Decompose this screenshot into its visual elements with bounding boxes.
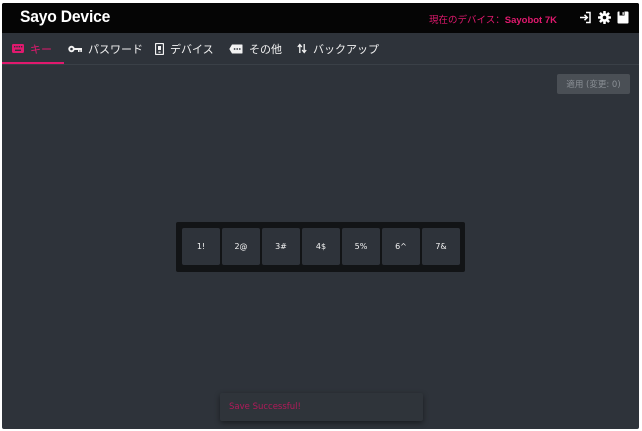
tab-device-label: デバイス	[170, 42, 214, 56]
key-1[interactable]: 1!	[182, 228, 220, 265]
tab-other-label: その他	[249, 42, 282, 56]
current-device-status: 現在のデバイス：Sayobot 7K	[429, 12, 557, 26]
apply-button[interactable]: 適用 (変更: 0)	[557, 74, 630, 94]
login-icon[interactable]	[578, 10, 592, 24]
key-4[interactable]: 4$	[302, 228, 340, 265]
tab-backup-label: バックアップ	[313, 42, 379, 56]
tab-backup[interactable]: バックアップ	[297, 33, 379, 64]
save-icon[interactable]	[616, 10, 630, 24]
tab-password[interactable]: パスワード	[68, 33, 143, 64]
tab-keys-label: キー	[30, 42, 52, 56]
tab-device[interactable]: デバイス	[155, 33, 214, 64]
key-icon	[68, 45, 82, 53]
tab-other[interactable]: その他	[229, 33, 282, 64]
key-2[interactable]: 2@	[222, 228, 260, 265]
key-5[interactable]: 5%	[342, 228, 380, 265]
keyboard-icon	[12, 44, 24, 53]
gear-icon[interactable]	[597, 10, 611, 24]
device-icon	[155, 42, 164, 55]
more-icon	[229, 44, 243, 54]
key-3[interactable]: 3#	[262, 228, 300, 265]
current-device-label: 現在のデバイス：	[429, 15, 505, 26]
app-title: Sayo Device	[20, 7, 111, 26]
key-6[interactable]: 6^	[382, 228, 420, 265]
nav-bar: キー パスワード デバイス その他 バックアップ	[2, 33, 639, 65]
toast-notification: Save Successful!	[220, 393, 423, 421]
transfer-icon	[297, 43, 307, 54]
toast-message: Save Successful!	[229, 402, 301, 412]
current-device-name: Sayobot 7K	[504, 15, 557, 26]
tab-password-label: パスワード	[88, 42, 143, 56]
keyboard-layout: 1! 2@ 3# 4$ 5% 6^ 7&	[176, 222, 465, 272]
key-7[interactable]: 7&	[422, 228, 460, 265]
title-bar: Sayo Device 現在のデバイス：Sayobot 7K	[2, 3, 639, 33]
app-window: Sayo Device 現在のデバイス：Sayobot 7K キー パスワード …	[2, 3, 639, 429]
tab-keys[interactable]: キー	[2, 33, 64, 64]
